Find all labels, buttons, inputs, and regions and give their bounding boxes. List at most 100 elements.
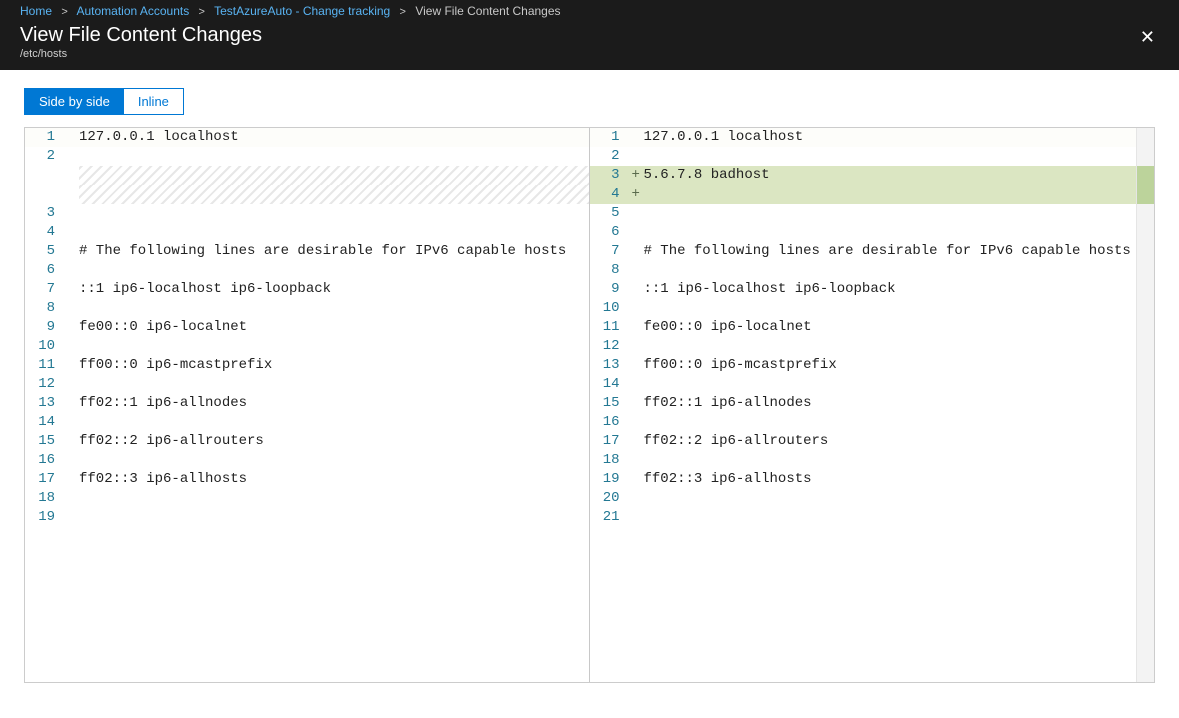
diff-sign [67,470,79,489]
chevron-right-icon: > [400,6,406,18]
diff-sign [67,242,79,261]
line-text: fe00::0 ip6-localnet [644,318,1155,337]
diff-line: 16 [25,451,589,470]
line-text: ff00::0 ip6-mcastprefix [644,356,1155,375]
line-number: 6 [25,261,67,280]
line-number: 20 [590,489,632,508]
line-number [25,185,67,204]
line-text: ff02::3 ip6-allhosts [79,470,589,489]
diff-sign [632,128,644,147]
diff-line: 5 [590,204,1155,223]
diff-sign [67,128,79,147]
line-number: 12 [25,375,67,394]
diff-line: 4+ [590,185,1155,204]
line-text: # The following lines are desirable for … [79,242,589,261]
breadcrumb-tracking[interactable]: TestAzureAuto - Change tracking [214,4,390,18]
diff-line: 9fe00::0 ip6-localnet [25,318,589,337]
diff-line: 10 [25,337,589,356]
diff-line: 7# The following lines are desirable for… [590,242,1155,261]
line-text [644,185,1155,204]
diff-sign [67,318,79,337]
diff-line: 20 [590,489,1155,508]
line-text: ::1 ip6-localhost ip6-loopback [644,280,1155,299]
line-number: 4 [25,223,67,242]
diff-sign [67,489,79,508]
line-number: 19 [590,470,632,489]
diff-pane-original[interactable]: 1127.0.0.1 localhost2345# The following … [25,128,590,682]
line-number: 13 [25,394,67,413]
diff-line: 7::1 ip6-localhost ip6-loopback [25,280,589,299]
line-text: ::1 ip6-localhost ip6-loopback [79,280,589,299]
line-text [644,451,1155,470]
diff-line: 17ff02::3 ip6-allhosts [25,470,589,489]
line-text: ff00::0 ip6-mcastprefix [79,356,589,375]
line-text [79,261,589,280]
breadcrumb-accounts[interactable]: Automation Accounts [76,4,189,18]
diff-pane-modified[interactable]: 1127.0.0.1 localhost23+5.6.7.8 badhost4+… [590,128,1155,682]
close-icon[interactable]: ✕ [1134,22,1161,52]
line-number: 10 [590,299,632,318]
diff-sign [632,356,644,375]
line-text: fe00::0 ip6-localnet [79,318,589,337]
diff-sign [67,508,79,527]
diff-line: 9::1 ip6-localhost ip6-loopback [590,280,1155,299]
breadcrumb: Home > Automation Accounts > TestAzureAu… [0,0,1179,20]
line-text [644,489,1155,508]
diff-viewer: 1127.0.0.1 localhost2345# The following … [24,127,1155,683]
breadcrumb-home[interactable]: Home [20,4,52,18]
diff-line: 18 [25,489,589,508]
line-text: 127.0.0.1 localhost [79,128,589,147]
diff-line: 2 [590,147,1155,166]
line-number: 7 [590,242,632,261]
overview-ruler[interactable] [1136,128,1154,682]
overview-change-marker [1137,166,1154,204]
line-number: 11 [25,356,67,375]
diff-line: 16 [590,413,1155,432]
diff-sign [632,147,644,166]
line-number: 14 [590,375,632,394]
diff-line: 14 [590,375,1155,394]
diff-sign [67,185,79,204]
diff-sign [632,375,644,394]
line-text [79,489,589,508]
diff-sign [632,489,644,508]
line-text [644,508,1155,527]
diff-line: 12 [590,337,1155,356]
diff-sign [632,451,644,470]
line-number: 3 [25,204,67,223]
tab-side-by-side[interactable]: Side by side [25,89,124,114]
line-text: ff02::1 ip6-allnodes [79,394,589,413]
line-text [644,299,1155,318]
diff-line: 2 [25,147,589,166]
line-number: 18 [590,451,632,470]
diff-sign [632,204,644,223]
line-text: ff02::2 ip6-allrouters [79,432,589,451]
diff-sign [632,394,644,413]
diff-line: 19ff02::3 ip6-allhosts [590,470,1155,489]
line-number: 13 [590,356,632,375]
line-number: 1 [590,128,632,147]
diff-sign [632,223,644,242]
tab-inline[interactable]: Inline [124,89,183,114]
line-text [79,375,589,394]
diff-sign [632,508,644,527]
diff-sign [67,299,79,318]
diff-line: 3+5.6.7.8 badhost [590,166,1155,185]
line-text [644,204,1155,223]
diff-sign [67,204,79,223]
line-number: 2 [25,147,67,166]
diff-line: 18 [590,451,1155,470]
line-number: 10 [25,337,67,356]
line-number: 2 [590,147,632,166]
line-number: 19 [25,508,67,527]
diff-line [25,166,589,185]
line-text [79,413,589,432]
page-title: View File Content Changes [20,22,262,48]
diff-line: 6 [590,223,1155,242]
diff-sign [67,147,79,166]
diff-line: 13 ff02::1 ip6-allnodes [25,394,589,413]
diff-line: 11fe00::0 ip6-localnet [590,318,1155,337]
page-subtitle: /etc/hosts [20,48,262,60]
diff-line: 8 [590,261,1155,280]
line-text [79,337,589,356]
